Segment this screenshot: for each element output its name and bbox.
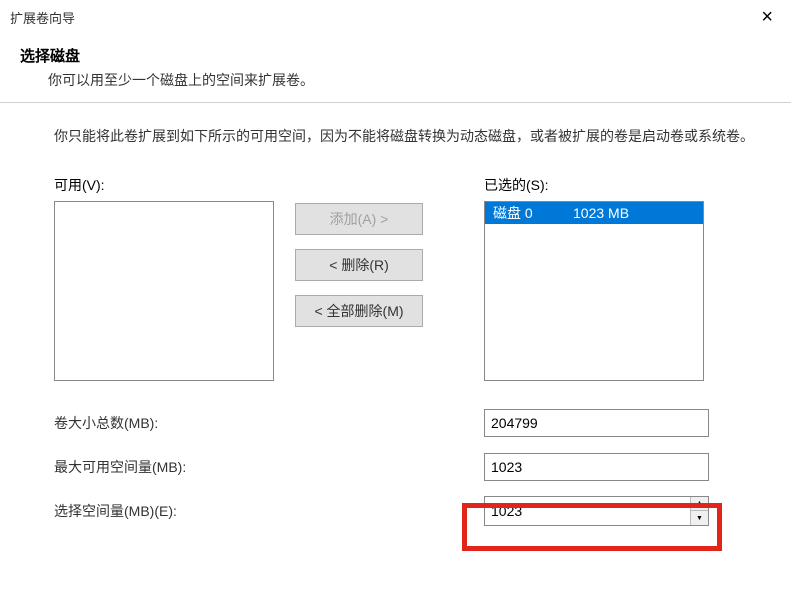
available-label: 可用(V): [54, 175, 274, 195]
selected-listbox[interactable]: 磁盘 0 1023 MB [484, 201, 704, 381]
page-heading: 选择磁盘 [20, 45, 771, 66]
list-item[interactable]: 磁盘 0 1023 MB [485, 202, 703, 224]
available-listbox[interactable] [54, 201, 274, 381]
page-subheading: 你可以用至少一个磁盘上的空间来扩展卷。 [20, 70, 771, 90]
select-amount-label: 选择空间量(MB)(E): [54, 501, 484, 521]
add-button: 添加(A) > [295, 203, 423, 235]
max-available-field [484, 453, 709, 481]
select-amount-input[interactable] [485, 497, 690, 525]
spinner-up-icon[interactable]: ▲ [691, 497, 708, 512]
spinner-down-icon[interactable]: ▼ [691, 511, 708, 525]
total-size-field [484, 409, 709, 437]
max-available-label: 最大可用空间量(MB): [54, 457, 484, 477]
disk-name: 磁盘 0 [493, 203, 573, 223]
remove-button[interactable]: < 删除(R) [295, 249, 423, 281]
window-title: 扩展卷向导 [10, 8, 755, 27]
close-icon[interactable]: × [755, 6, 779, 29]
remove-all-button[interactable]: < 全部删除(M) [295, 295, 423, 327]
description-text: 你只能将此卷扩展到如下所示的可用空间，因为不能将磁盘转换为动态磁盘，或者被扩展的… [54, 125, 755, 149]
disk-size: 1023 MB [573, 205, 629, 221]
total-size-label: 卷大小总数(MB): [54, 413, 484, 433]
selected-label: 已选的(S): [484, 175, 704, 195]
select-amount-spinner[interactable]: ▲ ▼ [484, 496, 709, 526]
